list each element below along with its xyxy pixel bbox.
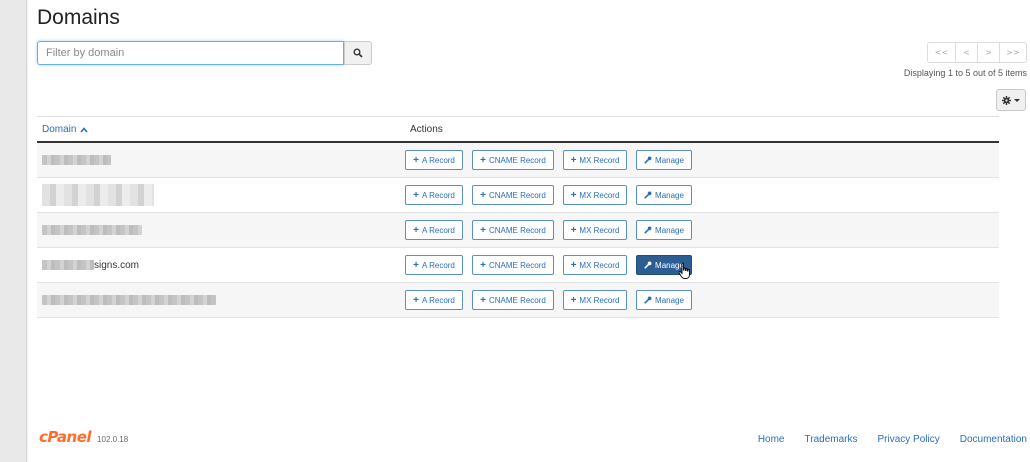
domain-name [42, 143, 111, 177]
chevron-up-icon [80, 126, 89, 133]
table-row: + A Record + CNAME Record + MX Record Manag… [37, 143, 999, 178]
manage-button[interactable]: Manage [636, 185, 692, 205]
add-a-record-button[interactable]: + A Record [405, 150, 463, 170]
domain-name [42, 213, 142, 247]
search-input[interactable] [37, 41, 344, 65]
redacted-domain [42, 155, 111, 165]
left-sidebar-strip [0, 0, 27, 462]
add-mx-record-button[interactable]: + MX Record [563, 150, 627, 170]
pagination-status: Displaying 1 to 5 out of 5 items [903, 68, 1027, 78]
wrench-icon [644, 261, 652, 269]
add-cname-record-button[interactable]: + CNAME Record [472, 255, 554, 275]
domain-name [42, 283, 216, 317]
add-cname-record-button[interactable]: + CNAME Record [472, 290, 554, 310]
redacted-domain [42, 295, 216, 305]
footer-link-home[interactable]: Home [758, 434, 785, 445]
gear-icon [1002, 95, 1011, 105]
manage-button[interactable]: Manage [636, 290, 692, 310]
add-cname-record-button[interactable]: + CNAME Record [472, 185, 554, 205]
cpanel-logo: cPanel [39, 428, 92, 446]
search-button[interactable] [344, 41, 372, 65]
pagination: << < > >> [927, 42, 1027, 63]
table-row: signs.com + A Record + CNAME Record + MX Re… [37, 248, 999, 283]
first-page-button[interactable]: << [927, 42, 956, 63]
table-row: + A Record + CNAME Record + MX Record Manag… [37, 283, 999, 318]
add-a-record-button[interactable]: + A Record [405, 290, 463, 310]
chevron-down-icon [1014, 98, 1020, 102]
wrench-icon [644, 296, 652, 304]
redacted-domain [42, 184, 154, 206]
wrench-icon [644, 226, 652, 234]
redacted-domain [42, 260, 94, 270]
add-a-record-button[interactable]: + A Record [405, 255, 463, 275]
domain-column-header[interactable]: Domain [42, 124, 89, 135]
last-page-button[interactable]: >> [999, 42, 1027, 63]
actions-column-header: Actions [410, 124, 443, 135]
table-row: + A Record + CNAME Record + MX Record Manag… [37, 213, 999, 248]
footer-link-documentation[interactable]: Documentation [960, 434, 1027, 445]
add-mx-record-button[interactable]: + MX Record [563, 290, 627, 310]
settings-dropdown-button[interactable] [996, 89, 1026, 111]
prev-page-button[interactable]: < [955, 42, 978, 63]
main-content: Domains << < > >> Displaying 1 to 5 out … [28, 0, 1030, 462]
add-a-record-button[interactable]: + A Record [405, 220, 463, 240]
footer-link-privacy-policy[interactable]: Privacy Policy [877, 434, 939, 445]
domain-name: signs.com [42, 248, 139, 282]
add-mx-record-button[interactable]: + MX Record [563, 220, 627, 240]
wrench-icon [644, 156, 652, 164]
redacted-domain [42, 225, 142, 235]
footer-brand: cPanel 102.0.18 [39, 428, 128, 446]
domain-name [42, 178, 154, 212]
manage-button[interactable]: Manage [636, 150, 692, 170]
domains-table: Domain Actions + A Record + CNAME Record +… [37, 116, 999, 318]
table-header: Domain Actions [37, 116, 999, 143]
hand-cursor-icon [678, 262, 690, 279]
table-row: + A Record + CNAME Record + MX Record Manag… [37, 178, 999, 213]
search-icon [353, 48, 363, 58]
page-title: Domains [37, 6, 120, 29]
add-a-record-button[interactable]: + A Record [405, 185, 463, 205]
wrench-icon [644, 191, 652, 199]
footer-link-trademarks[interactable]: Trademarks [805, 434, 858, 445]
version-label: 102.0.18 [97, 435, 129, 444]
add-cname-record-button[interactable]: + CNAME Record [472, 150, 554, 170]
next-page-button[interactable]: > [977, 42, 1000, 63]
add-mx-record-button[interactable]: + MX Record [563, 185, 627, 205]
add-mx-record-button[interactable]: + MX Record [563, 255, 627, 275]
manage-button[interactable]: Manage [636, 220, 692, 240]
footer-links: Home Trademarks Privacy Policy Documenta… [758, 434, 1027, 445]
add-cname-record-button[interactable]: + CNAME Record [472, 220, 554, 240]
